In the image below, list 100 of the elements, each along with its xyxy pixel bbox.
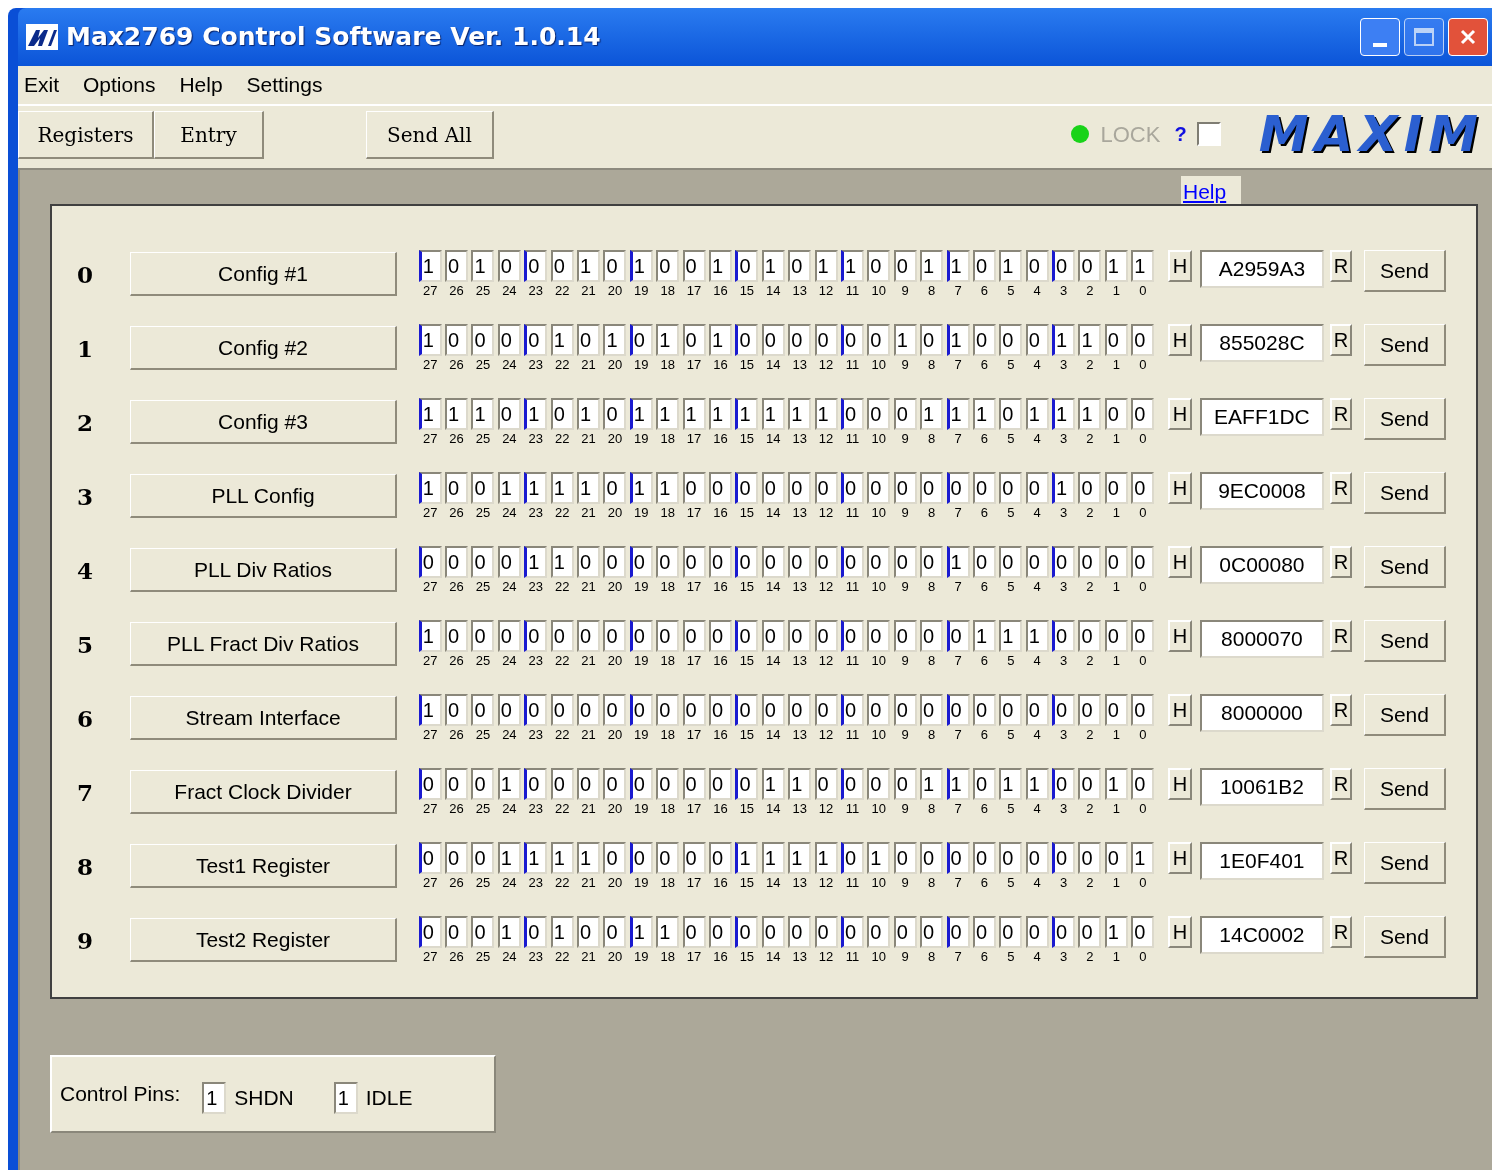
read-button[interactable]: R (1329, 546, 1352, 578)
bit-field[interactable]: 0 (629, 842, 653, 874)
bit-field[interactable]: 0 (814, 546, 838, 578)
bit-field[interactable]: 1 (629, 398, 653, 430)
bit-field[interactable]: 1 (972, 398, 996, 430)
bit-field[interactable]: 0 (1025, 694, 1049, 726)
bit-field[interactable]: 0 (524, 620, 548, 652)
bit-field[interactable]: 1 (550, 324, 574, 356)
bit-field[interactable]: 0 (577, 546, 601, 578)
bit-field[interactable]: 0 (788, 916, 812, 948)
bit-field[interactable]: 0 (999, 324, 1023, 356)
bit-field[interactable]: 1 (761, 842, 785, 874)
bit-field[interactable]: 1 (946, 250, 970, 282)
bit-field[interactable]: 0 (524, 324, 548, 356)
bit-field[interactable]: 1 (814, 250, 838, 282)
send-button[interactable]: Send (1363, 250, 1446, 292)
bit-field[interactable]: 0 (893, 620, 917, 652)
bit-field[interactable]: 0 (761, 694, 785, 726)
bit-field[interactable]: 1 (761, 398, 785, 430)
bit-field[interactable]: 1 (550, 472, 574, 504)
bit-field[interactable]: 0 (603, 398, 627, 430)
bit-field[interactable]: 0 (999, 694, 1023, 726)
checkbox[interactable] (1196, 122, 1221, 146)
bit-field[interactable]: 0 (471, 472, 495, 504)
bit-field[interactable]: 0 (893, 768, 917, 800)
send-button[interactable]: Send (1363, 842, 1446, 884)
bit-field[interactable]: 0 (946, 694, 970, 726)
bit-field[interactable]: 1 (709, 324, 732, 356)
bit-field[interactable]: 0 (972, 472, 996, 504)
bit-field[interactable]: 0 (814, 324, 838, 356)
bit-field[interactable]: 0 (1052, 620, 1076, 652)
bit-field[interactable]: 0 (709, 768, 732, 800)
bit-field[interactable]: 0 (1131, 768, 1155, 800)
bit-field[interactable]: 1 (1131, 842, 1155, 874)
bit-field[interactable]: 0 (893, 694, 917, 726)
read-button[interactable]: R (1329, 842, 1352, 874)
bit-field[interactable]: 0 (1078, 694, 1102, 726)
hex-value-field[interactable]: 10061B2 (1199, 768, 1324, 806)
register-button[interactable]: Fract Clock Divider (130, 770, 397, 814)
bit-field[interactable]: 0 (471, 620, 495, 652)
hex-value-field[interactable]: 0C00080 (1199, 546, 1324, 584)
register-button[interactable]: Config #3 (130, 400, 397, 444)
bit-field[interactable]: 0 (946, 620, 970, 652)
bit-field[interactable]: 0 (920, 546, 944, 578)
bit-field[interactable]: 0 (1078, 620, 1102, 652)
bit-field[interactable]: 0 (1104, 842, 1128, 874)
bit-field[interactable]: 0 (814, 916, 838, 948)
bit-field[interactable]: 1 (418, 620, 442, 652)
close-button[interactable] (1448, 18, 1488, 56)
bit-field[interactable]: 0 (840, 324, 864, 356)
read-button[interactable]: R (1329, 620, 1352, 652)
bit-field[interactable]: 0 (1052, 916, 1076, 948)
hex-value-field[interactable]: 8000000 (1199, 694, 1324, 732)
bit-field[interactable]: 0 (972, 250, 996, 282)
bit-field[interactable]: 0 (1078, 250, 1102, 282)
bit-field[interactable]: 1 (629, 250, 653, 282)
bit-field[interactable]: 1 (1078, 324, 1102, 356)
hex-value-field[interactable]: A2959A3 (1199, 250, 1324, 288)
bit-field[interactable]: 1 (656, 472, 680, 504)
bit-field[interactable]: 0 (735, 620, 759, 652)
bit-field[interactable]: 0 (788, 694, 812, 726)
register-button[interactable]: Stream Interface (130, 696, 397, 740)
bit-field[interactable]: 0 (1131, 916, 1155, 948)
bit-field[interactable]: 1 (656, 324, 680, 356)
bit-field[interactable]: 0 (814, 620, 838, 652)
bit-field[interactable]: 0 (418, 768, 442, 800)
bit-field[interactable]: 1 (445, 398, 469, 430)
bit-field[interactable]: 1 (418, 250, 442, 282)
bit-field[interactable]: 0 (445, 546, 469, 578)
bit-field[interactable]: 1 (418, 324, 442, 356)
bit-field[interactable]: 0 (1104, 324, 1128, 356)
bit-field[interactable]: 0 (814, 768, 838, 800)
bit-field[interactable]: 0 (497, 546, 521, 578)
bit-field[interactable]: 0 (709, 694, 732, 726)
bit-field[interactable]: 0 (840, 398, 864, 430)
bit-field[interactable]: 1 (814, 842, 838, 874)
bit-field[interactable]: 1 (1052, 472, 1076, 504)
bit-field[interactable]: 0 (920, 472, 944, 504)
bit-field[interactable]: 1 (1131, 250, 1155, 282)
pin-value-field[interactable]: 1 (202, 1082, 227, 1114)
bit-field[interactable]: 1 (946, 546, 970, 578)
bit-field[interactable]: 0 (603, 694, 627, 726)
send-button[interactable]: Send (1363, 546, 1446, 588)
bit-field[interactable]: 1 (497, 842, 521, 874)
bit-field[interactable]: 0 (788, 546, 812, 578)
bit-field[interactable]: 0 (1131, 620, 1155, 652)
send-button[interactable]: Send (1363, 324, 1446, 366)
bit-field[interactable]: 1 (497, 768, 521, 800)
bit-field[interactable]: 1 (1104, 768, 1128, 800)
bit-field[interactable]: 1 (761, 250, 785, 282)
bit-field[interactable]: 0 (471, 694, 495, 726)
bit-field[interactable]: 0 (418, 546, 442, 578)
bit-field[interactable]: 0 (445, 324, 469, 356)
bit-field[interactable]: 1 (682, 398, 706, 430)
bit-field[interactable]: 0 (577, 324, 601, 356)
hex-mode-button[interactable]: H (1167, 472, 1192, 504)
bit-field[interactable]: 0 (735, 546, 759, 578)
bit-field[interactable]: 0 (840, 472, 864, 504)
bit-field[interactable]: 0 (656, 842, 680, 874)
bit-field[interactable]: 1 (629, 472, 653, 504)
